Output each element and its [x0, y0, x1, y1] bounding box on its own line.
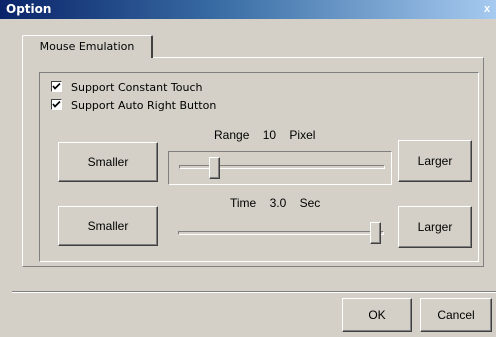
support-constant-touch-checkbox[interactable] [51, 81, 62, 92]
ok-button[interactable]: OK [342, 298, 412, 332]
range-caption: Range 10 Pixel [214, 128, 325, 142]
time-slider-track [178, 231, 384, 235]
tab-mouse-emulation[interactable]: Mouse Emulation [22, 35, 153, 58]
time-unit: Sec [299, 196, 321, 210]
range-larger-button[interactable]: Larger [398, 140, 472, 182]
time-larger-button[interactable]: Larger [398, 206, 472, 248]
support-auto-right-button-label: Support Auto Right Button [71, 99, 217, 112]
cancel-button[interactable]: Cancel [420, 298, 492, 332]
option-dialog: Option x Mouse Emulation Support Constan… [0, 0, 496, 337]
range-smaller-button[interactable]: Smaller [58, 142, 158, 182]
checkmark-icon [52, 100, 61, 108]
support-constant-touch-label: Support Constant Touch [71, 81, 203, 94]
window-title: Option [6, 2, 52, 16]
checkmark-icon [52, 82, 61, 90]
time-slider-thumb[interactable] [370, 222, 381, 244]
title-bar[interactable]: Option x [0, 0, 496, 19]
support-auto-right-button-checkbox[interactable] [51, 99, 62, 110]
time-caption: Time 3.0 Sec [230, 196, 330, 210]
range-unit: Pixel [289, 128, 316, 142]
time-label: Time [230, 196, 257, 210]
range-value: 10 [262, 128, 277, 142]
footer-separator [12, 291, 496, 293]
range-slider-thumb[interactable] [209, 157, 220, 179]
range-slider[interactable] [168, 151, 392, 185]
time-slider[interactable] [168, 216, 392, 250]
time-value: 3.0 [269, 196, 287, 210]
time-smaller-button[interactable]: Smaller [58, 206, 158, 246]
close-icon[interactable]: x [480, 1, 494, 17]
range-label: Range [214, 128, 250, 142]
